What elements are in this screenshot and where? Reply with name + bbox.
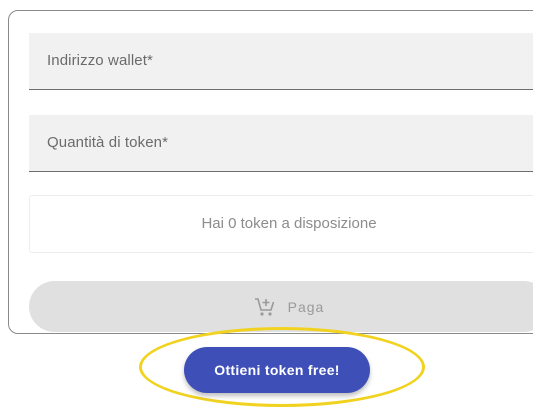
- get-free-token-button[interactable]: Ottieni token free!: [184, 347, 370, 393]
- payment-form-card: Indirizzo wallet* Quantità di token* Hai…: [8, 10, 533, 334]
- get-free-token-label: Ottieni token free!: [214, 362, 340, 378]
- token-quantity-placeholder: Quantità di token*: [47, 134, 169, 151]
- wallet-address-field[interactable]: Indirizzo wallet*: [29, 33, 533, 90]
- add-shopping-cart-icon: [254, 297, 276, 317]
- pay-button-label: Paga: [287, 298, 325, 315]
- pay-button[interactable]: Paga: [29, 281, 533, 332]
- token-balance-text: Hai 0 token a disposizione: [201, 215, 377, 232]
- wallet-address-placeholder: Indirizzo wallet*: [47, 52, 153, 69]
- token-balance-box: Hai 0 token a disposizione: [29, 195, 533, 253]
- token-quantity-field[interactable]: Quantità di token*: [29, 115, 533, 172]
